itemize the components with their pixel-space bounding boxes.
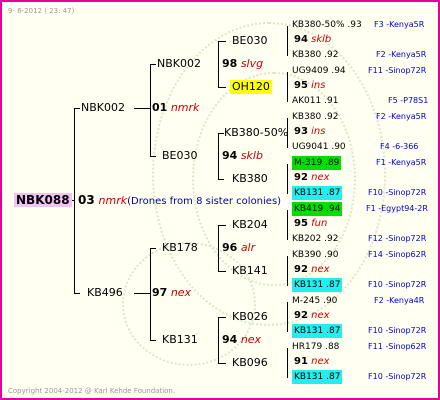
gen4-colony-name: UG9041 .90 — [292, 142, 346, 152]
gen2-queen: nex — [240, 333, 262, 346]
gen4-ref: F4 -6-366 — [380, 142, 419, 151]
gen4-ref: F10 -Sinop72R — [368, 372, 427, 381]
gen4-colony-name: HR179 .88 — [292, 342, 340, 352]
gen2-colony-name: KB131 — [162, 333, 198, 346]
gen2-info: 98 slvg — [222, 57, 263, 71]
gen4-colony-name: KB131 .87 — [292, 186, 343, 200]
gen4-colony-name: KB380 .92 — [292, 112, 339, 122]
gen2-queen: slvg — [240, 57, 264, 70]
gen4-ref: F14 -Sinop62R — [368, 250, 427, 259]
gen3-colony-name: KB380 — [232, 172, 268, 185]
gen4-ref: F11 -Sinop72R — [368, 66, 427, 75]
gen3-colony-name: KB380-50% — [224, 126, 289, 139]
gen4-ref: F10 -Sinop72R — [368, 280, 427, 289]
gen4-ref: F10 -Sinop72R — [368, 188, 427, 197]
gen4-queen-info: 92 nex — [294, 264, 330, 275]
gen4-ref: F1 -Egypt94-2R — [366, 204, 428, 213]
gen2-year: 94 — [222, 333, 238, 346]
gen4-ref: F2 -Kenya5R — [376, 112, 427, 121]
gen4-queen-info: 93 ins — [294, 126, 326, 137]
gen4-colony-name: KB131 .87 — [292, 324, 343, 338]
gen2-colony-name: KB178 — [162, 241, 198, 254]
gen4-ref: F11 -Sinop62R — [368, 342, 427, 351]
gen4-colony-name: KB380 .92 — [292, 50, 339, 60]
gen4-ref: F10 -Sinop72R — [368, 326, 427, 335]
gen3-colony-name: KB096 — [232, 356, 268, 369]
gen4-colony-name: KB380-50% .93 — [292, 20, 362, 30]
gen4-queen-info: 95 ins — [294, 80, 326, 91]
gen4-queen-info: 95 fun — [294, 218, 328, 229]
gen2-colony-name: NBK002 — [157, 57, 201, 70]
timestamp: 9- 6-2012 ( 23: 47) — [8, 7, 75, 15]
gen4-ref: F12 -Sinop72R — [368, 234, 427, 243]
gen1-queen: nmrk — [170, 101, 200, 114]
gen1-info: 01 nmrk — [152, 101, 199, 115]
gen4-queen-info: 91 nex — [294, 356, 330, 367]
gen1-queen: nex — [170, 286, 192, 299]
gen4-queen-info: 92 nex — [294, 310, 330, 321]
gen4-ref: F2 -Kenya5R — [376, 50, 427, 59]
gen3-colony-name: KB204 — [232, 218, 268, 231]
gen4-ref: F1 -Kenya5R — [376, 158, 427, 167]
gen2-info: 96 alr — [222, 241, 255, 255]
gen4-colony-name: AK011 .91 — [292, 96, 339, 106]
gen1-info: 97 nex — [152, 286, 191, 300]
copyright: Copyright 2004-2012 @ Karl Kehde Foundat… — [8, 387, 176, 395]
gen4-colony-name: KB131 .87 — [292, 278, 343, 292]
pedigree-chart: 9- 6-2012 ( 23: 47) Copyright 2004-2012 … — [0, 0, 440, 400]
gen4-ref: F2 -Kenya4R — [374, 296, 425, 305]
gen4-colony-name: KB390 .90 — [292, 250, 339, 260]
gen2-colony-name: BE030 — [162, 149, 198, 162]
gen2-queen: sklb — [240, 149, 263, 162]
gen2-info: 94 nex — [222, 333, 261, 347]
root-year: 03 — [78, 193, 95, 207]
gen4-queen-info: 94 sklb — [294, 34, 332, 45]
gen2-year: 94 — [222, 149, 238, 162]
gen2-queen: alr — [240, 241, 256, 254]
gen4-colony-name: KB202 .92 — [292, 234, 339, 244]
root-queen: nmrk — [98, 194, 128, 207]
gen4-colony-name: KB131 .87 — [292, 370, 343, 384]
gen1-year: 97 — [152, 286, 168, 299]
gen1-colony-name: NBK002 — [81, 101, 125, 114]
gen4-colony-name: UG9409 .94 — [292, 66, 346, 76]
gen3-colony-name: KB141 — [232, 264, 268, 277]
gen2-year: 98 — [222, 57, 238, 70]
gen3-colony-name: KB026 — [232, 310, 268, 323]
watermark-ring — [122, 242, 256, 366]
gen3-colony-name: OH120 — [230, 80, 272, 94]
gen2-info: 94 sklb — [222, 149, 263, 163]
gen1-colony-name: KB496 — [87, 286, 123, 299]
gen4-ref: F3 -Kenya5R — [374, 20, 425, 29]
gen3-colony-name: BE030 — [232, 34, 268, 47]
gen1-year: 01 — [152, 101, 168, 114]
root-note: (Drones from 8 sister colonies) — [127, 196, 282, 207]
gen2-year: 96 — [222, 241, 238, 254]
root-colony-name: NBK088 — [14, 193, 72, 207]
gen4-ref: F5 -P78S1 — [388, 96, 429, 105]
gen4-colony-name: M-319 .89 — [292, 156, 342, 170]
gen4-colony-name: M-245 .90 — [292, 296, 338, 306]
gen4-queen-info: 92 nex — [294, 172, 330, 183]
root-info: 03 nmrk(Drones from 8 sister colonies) — [78, 193, 281, 209]
gen4-colony-name: KB419 .94 — [292, 202, 343, 216]
